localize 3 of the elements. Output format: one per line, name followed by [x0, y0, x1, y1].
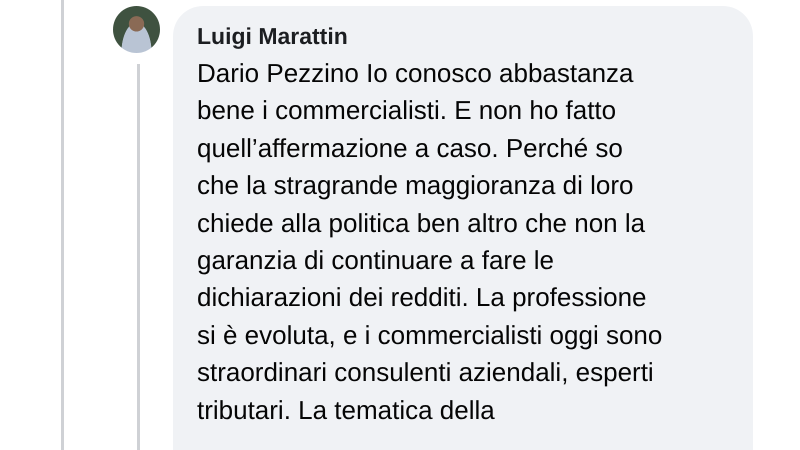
avatar-photo-placeholder[interactable]: [113, 6, 160, 53]
comment-text: Dario Pezzino Io conosco abbastanza bene i commercialisti. E non ho fatto quell’affermazione a caso. Perché so che la stragrande maggioranza di loro chiede alla politica ben altro che non la garanzia di continuare a fare le dichiarazioni dei redditi. La professione si è evoluta, e i commercialisti oggi sono straordinari consulenti aziendali, esperti tributari. La tematica della: [197, 57, 662, 427]
author-name[interactable]: Luigi Marattin: [197, 21, 753, 51]
